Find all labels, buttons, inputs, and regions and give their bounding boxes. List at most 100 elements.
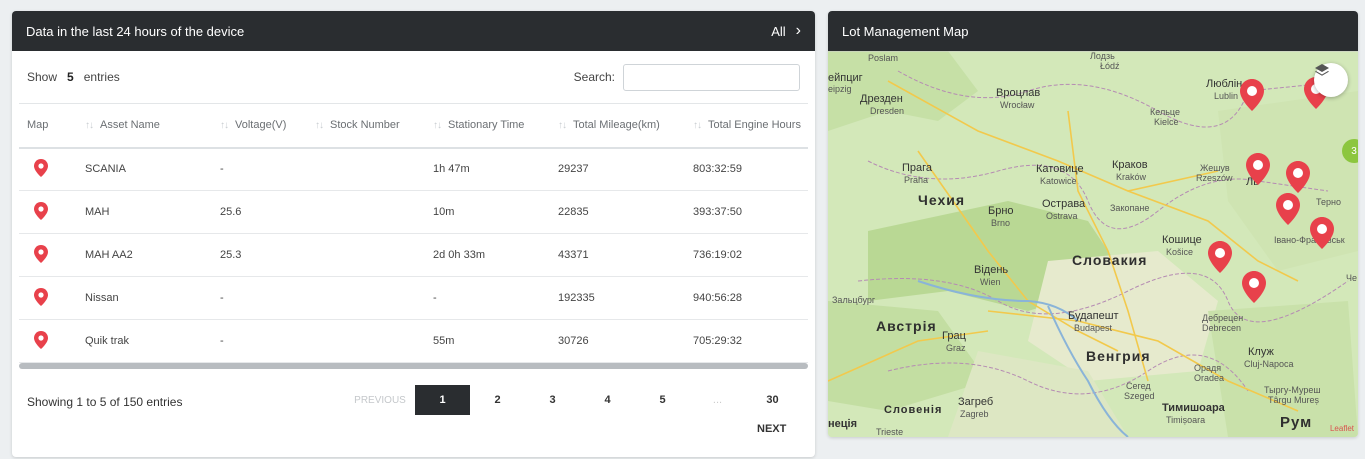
show-label: Show	[27, 70, 58, 84]
map-label: Клуж	[1248, 346, 1274, 358]
table-controls: Show 5 entries Search:	[12, 51, 815, 103]
voltage-cell: 25.3	[212, 233, 307, 277]
map-label: Wien	[980, 277, 1001, 287]
map-pin-icon[interactable]	[34, 158, 48, 177]
map-cell[interactable]	[19, 147, 77, 191]
stock-number-cell	[307, 319, 425, 363]
voltage-cell: -	[212, 276, 307, 320]
column-header-asset-name[interactable]: ↑↓ Asset Name	[77, 103, 212, 149]
map-label: Kraków	[1116, 172, 1147, 182]
engine-hours-cell: 736:19:02	[685, 233, 808, 277]
entries-label: entries	[83, 70, 120, 84]
map-label: Зальцбург	[832, 295, 876, 305]
column-header-stock-number[interactable]: ↑↓ Stock Number	[307, 103, 425, 149]
lot-map[interactable]: Лодзь Łódź Poslam ейпциг eipzig Дрезден …	[828, 51, 1358, 437]
voltage-cell: -	[212, 147, 307, 191]
map-label: Краков	[1112, 159, 1148, 171]
map-label: Katowice	[1040, 176, 1077, 186]
stationary-time-cell: 55m	[425, 319, 550, 363]
map-cell[interactable]	[19, 276, 77, 320]
page-button-4[interactable]: 4	[580, 385, 635, 415]
map-label: Praha	[904, 175, 929, 185]
map-pin-icon[interactable]	[34, 201, 48, 220]
map-label: Łódź	[1100, 61, 1120, 71]
horizontal-scrollbar[interactable]	[19, 363, 808, 369]
map-marker-icon[interactable]	[1242, 271, 1266, 303]
map-label: неція	[828, 418, 857, 430]
map-label: Cluj-Napoca	[1244, 359, 1294, 369]
table-row: SCANIA - 1h 47m 29237 803:32:59	[19, 147, 808, 191]
all-link[interactable]: All ›	[771, 23, 801, 39]
map-marker-icon[interactable]	[1310, 217, 1334, 249]
map-label: Люблін	[1206, 78, 1243, 90]
page-button-2[interactable]: 2	[470, 385, 525, 415]
mileage-cell: 29237	[550, 147, 685, 191]
map-pin-icon[interactable]	[34, 244, 48, 263]
lot-map-panel: Lot Management Map Лодзь Łódź Poslam ейп…	[828, 11, 1358, 437]
map-marker-icon[interactable]	[1286, 161, 1310, 193]
map-marker-icon[interactable]	[1208, 241, 1232, 273]
page-button-1[interactable]: 1	[415, 385, 470, 415]
map-marker-icon[interactable]	[1276, 193, 1300, 225]
mileage-cell: 43371	[550, 233, 685, 277]
mileage-cell: 192335	[550, 276, 685, 320]
map-label: Тимишоара	[1162, 402, 1225, 414]
column-header-map[interactable]: Map	[19, 103, 77, 149]
column-header-voltage[interactable]: ↑↓ Voltage(V)	[212, 103, 307, 149]
stationary-time-cell: 1h 47m	[425, 147, 550, 191]
table-row: MAH AA2 25.3 2d 0h 33m 43371 736:19:02	[19, 233, 808, 277]
map-label: Dresden	[870, 106, 905, 116]
map-label: Oradea	[1194, 373, 1225, 383]
map-pin-icon[interactable]	[34, 287, 48, 306]
voltage-cell: 25.6	[212, 190, 307, 234]
map-marker-icon[interactable]	[1246, 153, 1270, 185]
search-input[interactable]	[623, 63, 800, 91]
map-label: Катовице	[1036, 163, 1084, 175]
mileage-cell: 22835	[550, 190, 685, 234]
page-length-select[interactable]: 5	[65, 70, 76, 84]
map-label: Рум	[1280, 414, 1313, 431]
table-row: Nissan - - 192335 940:56:28	[19, 276, 808, 320]
table-header-row: Map ↑↓ Asset Name ↑↓ Voltage(V) ↑↓ Stock Nu…	[19, 103, 808, 149]
page-button-5[interactable]: 5	[635, 385, 690, 415]
previous-page-button[interactable]: PREVIOUS	[345, 385, 415, 415]
layers-icon[interactable]	[1314, 63, 1330, 79]
map-label: Відень	[974, 264, 1009, 276]
map-cell[interactable]	[19, 233, 77, 277]
sort-icon[interactable]: ↑↓	[433, 120, 442, 131]
sort-icon[interactable]: ↑↓	[315, 120, 324, 131]
stock-number-cell	[307, 190, 425, 234]
pagination: PREVIOUS 1 2 3 4 5 ... 30	[345, 385, 800, 415]
page-button-3[interactable]: 3	[525, 385, 580, 415]
stationary-time-cell: -	[425, 276, 550, 320]
map-attribution[interactable]: Leaflet	[1330, 424, 1354, 433]
map-cell[interactable]	[19, 319, 77, 363]
map-label: Kielce	[1154, 117, 1179, 127]
entries-info: Showing 1 to 5 of 150 entries	[27, 395, 183, 409]
assets-table: Map ↑↓ Asset Name ↑↓ Voltage(V) ↑↓ Stock Nu…	[19, 103, 808, 363]
sort-icon[interactable]: ↑↓	[558, 120, 567, 131]
chevron-right-icon[interactable]: ›	[796, 23, 801, 39]
map-label: Poslam	[868, 53, 899, 63]
column-header-total-mileage[interactable]: ↑↓ Total Mileage(km)	[550, 103, 685, 149]
map-cell[interactable]	[19, 190, 77, 234]
all-label[interactable]: All	[771, 24, 785, 39]
map-label: Словакия	[1072, 252, 1148, 268]
asset-name-cell: Quik trak	[77, 319, 212, 363]
asset-name-cell: MAH AA2	[77, 233, 212, 277]
map-label: Târgu Mureș	[1268, 395, 1320, 405]
column-header-stationary-time[interactable]: ↑↓ Stationary Time	[425, 103, 550, 149]
column-header-engine-hours[interactable]: ↑↓ Total Engine Hours	[685, 103, 808, 149]
map-label: Budapest	[1074, 323, 1113, 333]
sort-icon[interactable]: ↑↓	[85, 120, 94, 131]
voltage-cell: -	[212, 319, 307, 363]
layers-button[interactable]	[1314, 63, 1348, 97]
map-label: Загреб	[958, 396, 994, 408]
next-page-button[interactable]: NEXT	[757, 423, 786, 435]
page-button-30[interactable]: 30	[745, 385, 800, 415]
sort-icon[interactable]: ↑↓	[693, 120, 702, 131]
map-pin-icon[interactable]	[34, 330, 48, 349]
map-marker-icon[interactable]	[1240, 79, 1264, 111]
map-label: Брно	[988, 205, 1014, 217]
sort-icon[interactable]: ↑↓	[220, 120, 229, 131]
